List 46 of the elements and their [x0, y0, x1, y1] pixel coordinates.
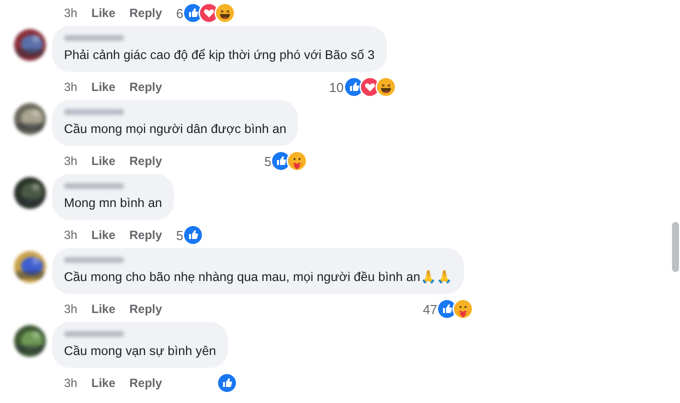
laughing-face-icon	[376, 78, 395, 96]
reply-link[interactable]: Reply	[129, 154, 162, 168]
comment-text: Cầu mong vạn sự bình yên	[64, 343, 216, 360]
comment-text: Mong mn bình an	[64, 195, 162, 212]
like-link[interactable]: Like	[91, 302, 116, 316]
blurred-name	[64, 35, 124, 41]
like-icon	[184, 226, 202, 244]
like-link[interactable]: Like	[91, 376, 116, 390]
timestamp: 3h	[64, 6, 78, 20]
timestamp: 3h	[64, 154, 78, 168]
reaction-count: 6	[176, 6, 184, 20]
like-icon	[272, 152, 290, 170]
timestamp: 3h	[64, 302, 78, 316]
like-icon	[184, 4, 202, 22]
heart-icon	[360, 78, 379, 96]
reply-link[interactable]: Reply	[129, 302, 162, 316]
reply-link[interactable]: Reply	[129, 376, 162, 390]
like-link[interactable]: Like	[91, 228, 116, 242]
scrollbar-thumb[interactable]	[672, 222, 679, 272]
reply-link[interactable]: Reply	[129, 228, 162, 242]
hugging-face-icon	[454, 300, 472, 318]
like-link[interactable]: Like	[91, 80, 116, 94]
timestamp: 3h	[64, 80, 78, 94]
reaction-count: 10	[329, 80, 344, 94]
laughing-face-icon	[216, 4, 234, 22]
blurred-name	[64, 257, 124, 263]
blurred-name	[64, 331, 124, 337]
like-icon	[438, 300, 456, 318]
reply-link[interactable]: Reply	[129, 6, 162, 20]
comment-text: Cầu mong mọi người dân được bình an	[64, 121, 286, 138]
like-link[interactable]: Like	[91, 154, 116, 168]
reaction-count: 5	[264, 154, 272, 168]
comment-text: Cầu mong cho bão nhẹ nhàng qua mau, mọi người đều bình an🙏🙏	[64, 269, 452, 286]
reaction-count: 5	[176, 228, 184, 242]
like-icon	[344, 78, 363, 96]
comment-text: Phải cảnh giác cao độ để kịp thời ứng phó với Bão số 3	[64, 47, 375, 64]
hugging-face-icon	[288, 152, 306, 170]
like-icon	[218, 374, 236, 392]
blurred-name	[64, 183, 124, 189]
timestamp: 3h	[64, 376, 78, 390]
heart-icon	[200, 4, 218, 22]
like-link[interactable]: Like	[91, 6, 116, 20]
timestamp: 3h	[64, 228, 78, 242]
reaction-count: 47	[422, 302, 438, 316]
blurred-name	[64, 109, 124, 115]
reply-link[interactable]: Reply	[129, 80, 162, 94]
